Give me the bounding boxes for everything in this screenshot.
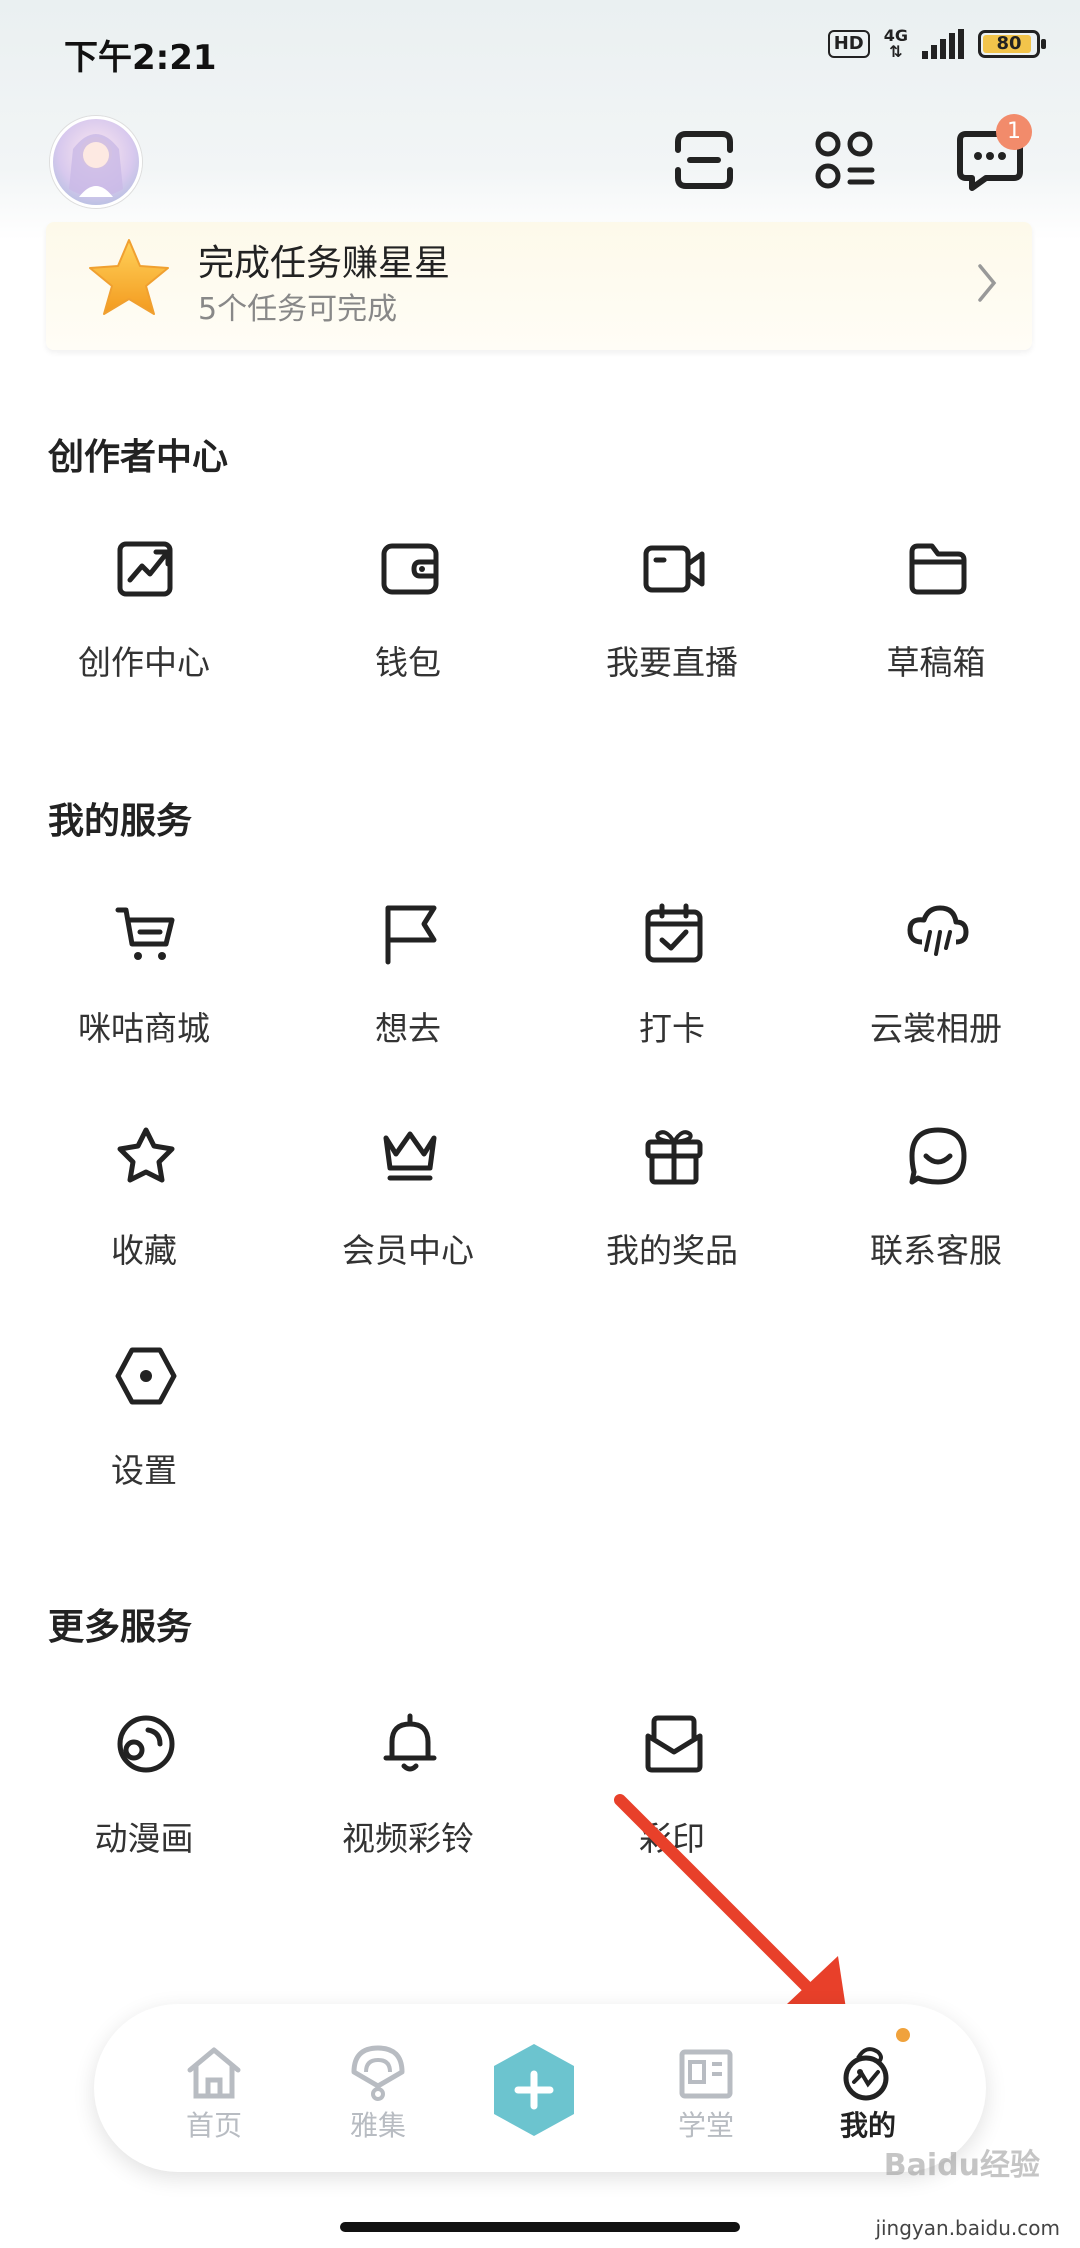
folder-icon — [909, 543, 967, 595]
grid-label: 打卡 — [639, 1009, 705, 1048]
apps-button[interactable] — [804, 120, 884, 200]
avatar[interactable] — [50, 116, 142, 208]
watermark-url: jingyan.baidu.com — [875, 2216, 1060, 2240]
grid-label: 创作中心 — [78, 643, 210, 682]
status-icons: HD 4G ⇅ 80 — [827, 26, 1046, 61]
section-title-more: 更多服务 — [48, 1607, 193, 1648]
hexagon-settings-icon — [115, 1347, 177, 1405]
cloud-rain-icon — [907, 905, 969, 956]
home-icon — [187, 2047, 241, 2099]
notification-dot — [896, 2028, 910, 2042]
chat-smile-icon — [909, 1127, 967, 1185]
trend-chart-icon — [117, 541, 173, 597]
grid-label: 我的奖品 — [606, 1231, 738, 1270]
tab-yaji[interactable]: 雅集 — [318, 2004, 438, 2172]
grid-item-checkin[interactable]: 打卡 — [540, 902, 804, 1062]
battery-level: 80 — [996, 33, 1022, 54]
cart-icon — [115, 907, 175, 960]
grid-label: 会员中心 — [342, 1231, 474, 1270]
task-subtitle: 5个任务可完成 — [198, 292, 398, 327]
grid-label: 咪咕商城 — [78, 1009, 210, 1048]
star-icon — [89, 239, 169, 315]
envelope-icon — [645, 1715, 703, 1773]
mascot-icon — [843, 2047, 889, 2101]
grid-item-video-ringtone[interactable]: 视频彩铃 — [276, 1712, 540, 1872]
tab-label: 我的 — [839, 2109, 896, 2142]
grid-label: 联系客服 — [870, 1231, 1002, 1270]
grid-item-drafts[interactable]: 草稿箱 — [804, 536, 1068, 696]
watermark: Baidu经验 — [883, 2148, 1040, 2183]
scan-button[interactable] — [664, 120, 744, 200]
flag-icon — [385, 905, 437, 965]
gift-icon — [645, 1130, 703, 1185]
signal-icon — [922, 29, 964, 59]
fan-icon — [351, 2045, 405, 2101]
bottom-tab-bar: 首页 雅集 学堂 我的 — [94, 2004, 986, 2172]
video-camera-icon — [643, 545, 705, 593]
grid-item-prizes[interactable]: 我的奖品 — [540, 1124, 804, 1284]
create-plus-button[interactable] — [490, 2042, 578, 2138]
section-title-creator: 创作者中心 — [48, 437, 229, 478]
grid-label: 收藏 — [111, 1231, 177, 1270]
anime-face-icon — [117, 1715, 175, 1773]
grid-label: 草稿箱 — [886, 643, 986, 682]
grid-label: 钱包 — [375, 643, 441, 682]
grid-item-wallet[interactable]: 钱包 — [276, 536, 540, 696]
calendar-check-icon — [645, 903, 703, 963]
messages-button[interactable]: 1 — [950, 114, 1032, 200]
task-title: 完成任务赚星星 — [198, 243, 451, 284]
grid-item-live[interactable]: 我要直播 — [540, 536, 804, 696]
scan-icon — [675, 131, 733, 189]
grid-label: 想去 — [375, 1009, 441, 1048]
school-icon — [679, 2049, 733, 2099]
status-time: 下午2:21 — [64, 38, 217, 78]
profile-header: 1 — [0, 110, 1080, 210]
grid-item-membership[interactable]: 会员中心 — [276, 1124, 540, 1284]
grid-item-support[interactable]: 联系客服 — [804, 1124, 1068, 1284]
grid-item-creator-center[interactable]: 创作中心 — [12, 536, 276, 696]
task-banner[interactable]: 完成任务赚星星 5个任务可完成 — [46, 222, 1032, 350]
message-badge: 1 — [996, 114, 1032, 150]
home-indicator — [340, 2222, 740, 2232]
crown-icon — [383, 1131, 437, 1181]
grid-label: 我要直播 — [606, 643, 738, 682]
status-bar: 下午2:21 HD 4G ⇅ 80 — [0, 0, 1080, 100]
grid-item-album[interactable]: 云裳相册 — [804, 902, 1068, 1062]
grid-item-anime[interactable]: 动漫画 — [12, 1712, 276, 1872]
grid-item-wishlist[interactable]: 想去 — [276, 902, 540, 1062]
network-indicator: 4G ⇅ — [883, 26, 908, 61]
tab-label: 首页 — [185, 2109, 242, 2142]
star-outline-icon — [117, 1127, 175, 1183]
grid-label: 动漫画 — [94, 1819, 194, 1858]
section-title-services: 我的服务 — [48, 801, 193, 842]
tab-school[interactable]: 学堂 — [646, 2004, 766, 2172]
grid-item-settings[interactable]: 设置 — [12, 1344, 276, 1504]
bell-icon — [383, 1713, 437, 1772]
grid-item-mall[interactable]: 咪咕商城 — [12, 902, 276, 1062]
hd-indicator: HD — [827, 30, 870, 58]
grid-label: 设置 — [111, 1451, 177, 1490]
chevron-right-icon — [978, 264, 997, 302]
tab-label: 雅集 — [349, 2109, 406, 2142]
grid-label: 视频彩铃 — [342, 1819, 474, 1858]
grid-label: 云裳相册 — [870, 1009, 1002, 1048]
grid-item-favorites[interactable]: 收藏 — [12, 1124, 276, 1284]
wallet-icon — [381, 543, 439, 595]
apps-grid-icon — [815, 131, 875, 189]
tab-label: 学堂 — [677, 2109, 734, 2142]
tab-home[interactable]: 首页 — [154, 2004, 274, 2172]
battery-icon: 80 — [978, 30, 1046, 58]
